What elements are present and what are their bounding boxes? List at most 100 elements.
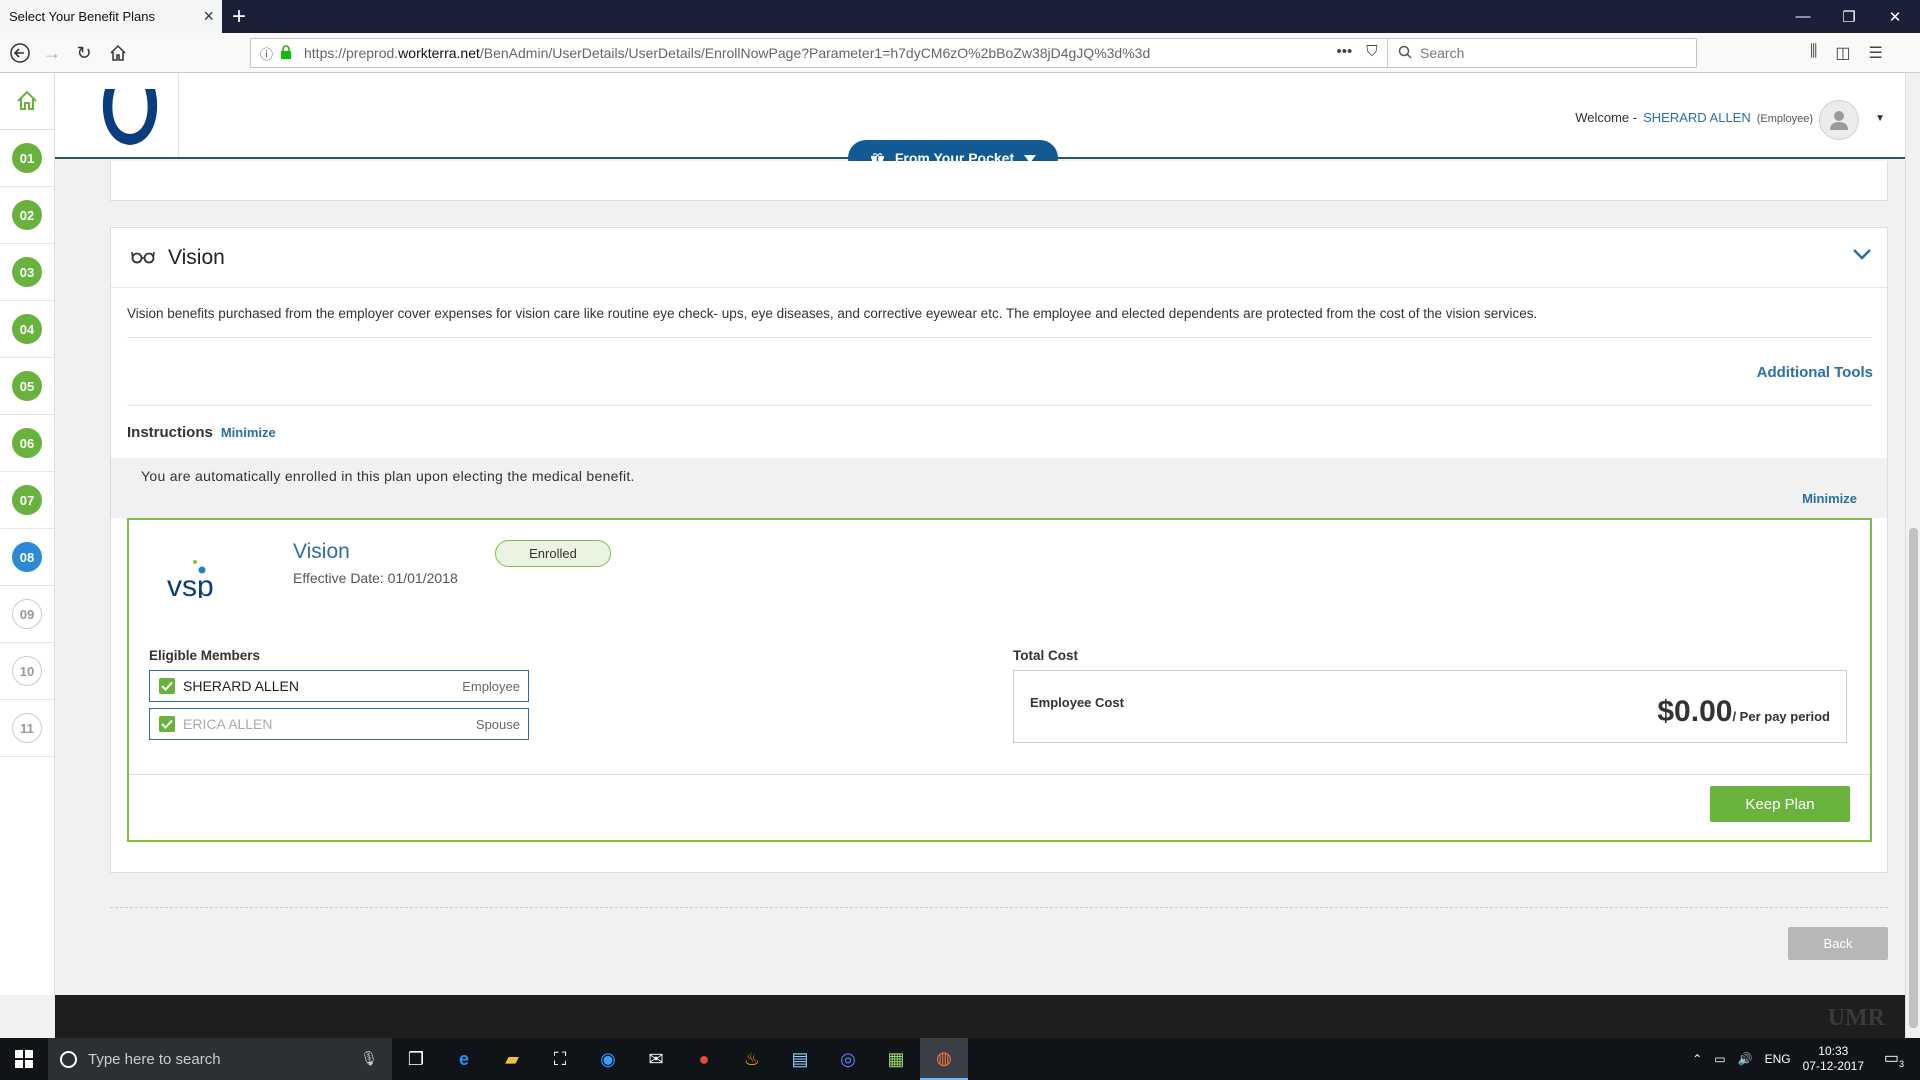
card-header[interactable]: Vision [111,228,1887,288]
step-number: 08 [12,542,42,572]
windows-start-icon[interactable] [0,1038,48,1080]
member-role: Spouse [475,716,520,732]
clock-date: 07-12-2017 [1802,1059,1864,1073]
browser-tab[interactable]: Select Your Benefit Plans × [0,0,222,33]
network-icon[interactable]: ▭ [1714,1052,1725,1066]
browser-search-input[interactable]: Search [1387,38,1697,68]
welcome-label: Welcome - [1575,110,1638,125]
chevron-up-icon[interactable]: ⌃ [1692,1052,1702,1066]
step-04[interactable]: 04 [0,301,54,358]
step-number: 10 [12,656,42,686]
employee-cost-label: Employee Cost [1030,695,1124,710]
search-placeholder: Search [1420,45,1465,61]
restore-window-icon[interactable]: ❐ [1826,0,1872,33]
home-icon[interactable] [104,39,132,67]
app-icon[interactable]: ◎ [824,1038,872,1080]
chevron-down-icon[interactable] [1853,248,1871,260]
user-icon [1830,111,1848,130]
minimize-window-icon[interactable]: — [1780,0,1826,33]
hamburger-menu-icon[interactable]: ☰ [1869,43,1883,63]
system-tray: ⌃ ▭ 🔊 ENG 10:33 07-12-2017 [1692,1038,1864,1080]
checkbox-checked-icon[interactable] [159,678,175,694]
cost-period: / Per pay period [1732,709,1830,724]
browser-nav-bar: → ↻ ⓘ https://preprod.workterra.net/BenA… [0,33,1920,73]
step-number: 06 [12,428,42,458]
app-icon[interactable]: ◉ [584,1038,632,1080]
back-button[interactable]: Back [1788,927,1888,960]
url-bar[interactable]: ⓘ https://preprod.workterra.net/BenAdmin… [250,38,1414,68]
member-row-employee[interactable]: SHERARD ALLEN Employee [149,670,529,702]
step-number: 11 [12,713,42,743]
taskbar-search-input[interactable]: Type here to search 🎙 [48,1038,392,1080]
chrome-icon[interactable]: ● [680,1038,728,1080]
scrollbar[interactable] [1905,73,1920,1038]
edge-browser-icon[interactable]: e [440,1038,488,1080]
page-actions-icon[interactable]: ••• [1337,43,1353,61]
language-indicator[interactable]: ENG [1765,1052,1791,1066]
plan-minimize-link[interactable]: Minimize [1802,491,1857,506]
info-icon[interactable]: ⓘ [260,44,280,63]
burner-app-icon[interactable]: ♨ [728,1038,776,1080]
divider [127,405,1872,406]
close-window-icon[interactable]: ✕ [1872,0,1918,33]
file-explorer-icon[interactable]: ▰ [488,1038,536,1080]
task-view-icon[interactable]: ❐ [392,1038,440,1080]
clock-time: 10:33 [1818,1044,1849,1058]
volume-icon[interactable]: 🔊 [1738,1052,1753,1066]
step-01[interactable]: 01 [0,130,54,187]
member-row-spouse[interactable]: ERICA ALLEN Spouse [149,708,529,740]
keep-plan-button[interactable]: Keep Plan [1710,786,1850,822]
mail-icon[interactable]: ✉ [632,1038,680,1080]
user-menu-caret-icon[interactable]: ▼ [1875,113,1885,124]
store-icon[interactable]: ⛶ [536,1038,584,1080]
benefit-description: Vision benefits purchased from the emplo… [127,306,1872,338]
step-03[interactable]: 03 [0,244,54,301]
step-11[interactable]: 11 [0,700,54,757]
reload-icon[interactable]: ↻ [70,39,98,67]
library-icon[interactable]: ⫼ [1810,43,1817,63]
instructions-minimize-link[interactable]: Minimize [221,425,276,440]
vsp-logo-icon: vsp [167,560,214,598]
new-tab-icon[interactable]: + [232,3,246,31]
forward-arrow-icon[interactable]: → [38,39,66,67]
home-step[interactable] [0,73,54,130]
back-arrow-icon[interactable] [6,39,34,67]
notification-icon[interactable]: ▭3 [1884,1048,1904,1069]
url-prefix: https://preprod. [304,45,399,61]
horseshoe-logo-icon [102,89,158,145]
plan-name[interactable]: Vision [293,540,350,564]
step-10[interactable]: 10 [0,643,54,700]
microphone-icon[interactable]: 🎙 [360,1050,378,1067]
spreadsheet-icon[interactable]: ▦ [872,1038,920,1080]
user-name[interactable]: SHERARD ALLEN [1643,110,1751,125]
step-02[interactable]: 02 [0,187,54,244]
step-number: 09 [12,599,42,629]
instructions-body: You are automatically enrolled in this p… [111,458,1887,518]
pocket-save-icon[interactable]: ⛉ [1366,43,1377,61]
clock[interactable]: 10:33 07-12-2017 [1803,1044,1864,1074]
notepad-icon[interactable]: ▤ [776,1038,824,1080]
step-05[interactable]: 05 [0,358,54,415]
checkbox-checked-icon[interactable] [159,716,175,732]
taskbar-search-placeholder: Type here to search [88,1050,221,1068]
cortana-icon [60,1051,77,1068]
cost-value: $0.00 [1657,695,1733,728]
url-text: https://preprod.workterra.net/BenAdmin/U… [304,45,1150,61]
step-rail: 01 02 03 04 05 06 07 08 09 10 11 [0,73,55,995]
step-07[interactable]: 07 [0,472,54,529]
step-06[interactable]: 06 [0,415,54,472]
additional-tools-link[interactable]: Additional Tools [1757,364,1873,381]
step-08[interactable]: 08 [0,529,54,586]
close-tab-icon[interactable]: × [203,6,214,27]
scrollbar-thumb[interactable] [1909,528,1918,1028]
step-09[interactable]: 09 [0,586,54,643]
vsp-logo-text: vsp [167,570,214,598]
effective-date: Effective Date: 01/01/2018 [293,570,458,586]
sidebar-icon[interactable]: ◫ [1835,43,1850,63]
member-name: ERICA ALLEN [183,716,273,732]
firefox-icon[interactable]: ◍ [920,1038,968,1080]
step-number: 05 [12,371,42,401]
eligible-members-label: Eligible Members [149,648,261,663]
search-icon [1398,45,1412,62]
avatar[interactable] [1819,100,1859,140]
